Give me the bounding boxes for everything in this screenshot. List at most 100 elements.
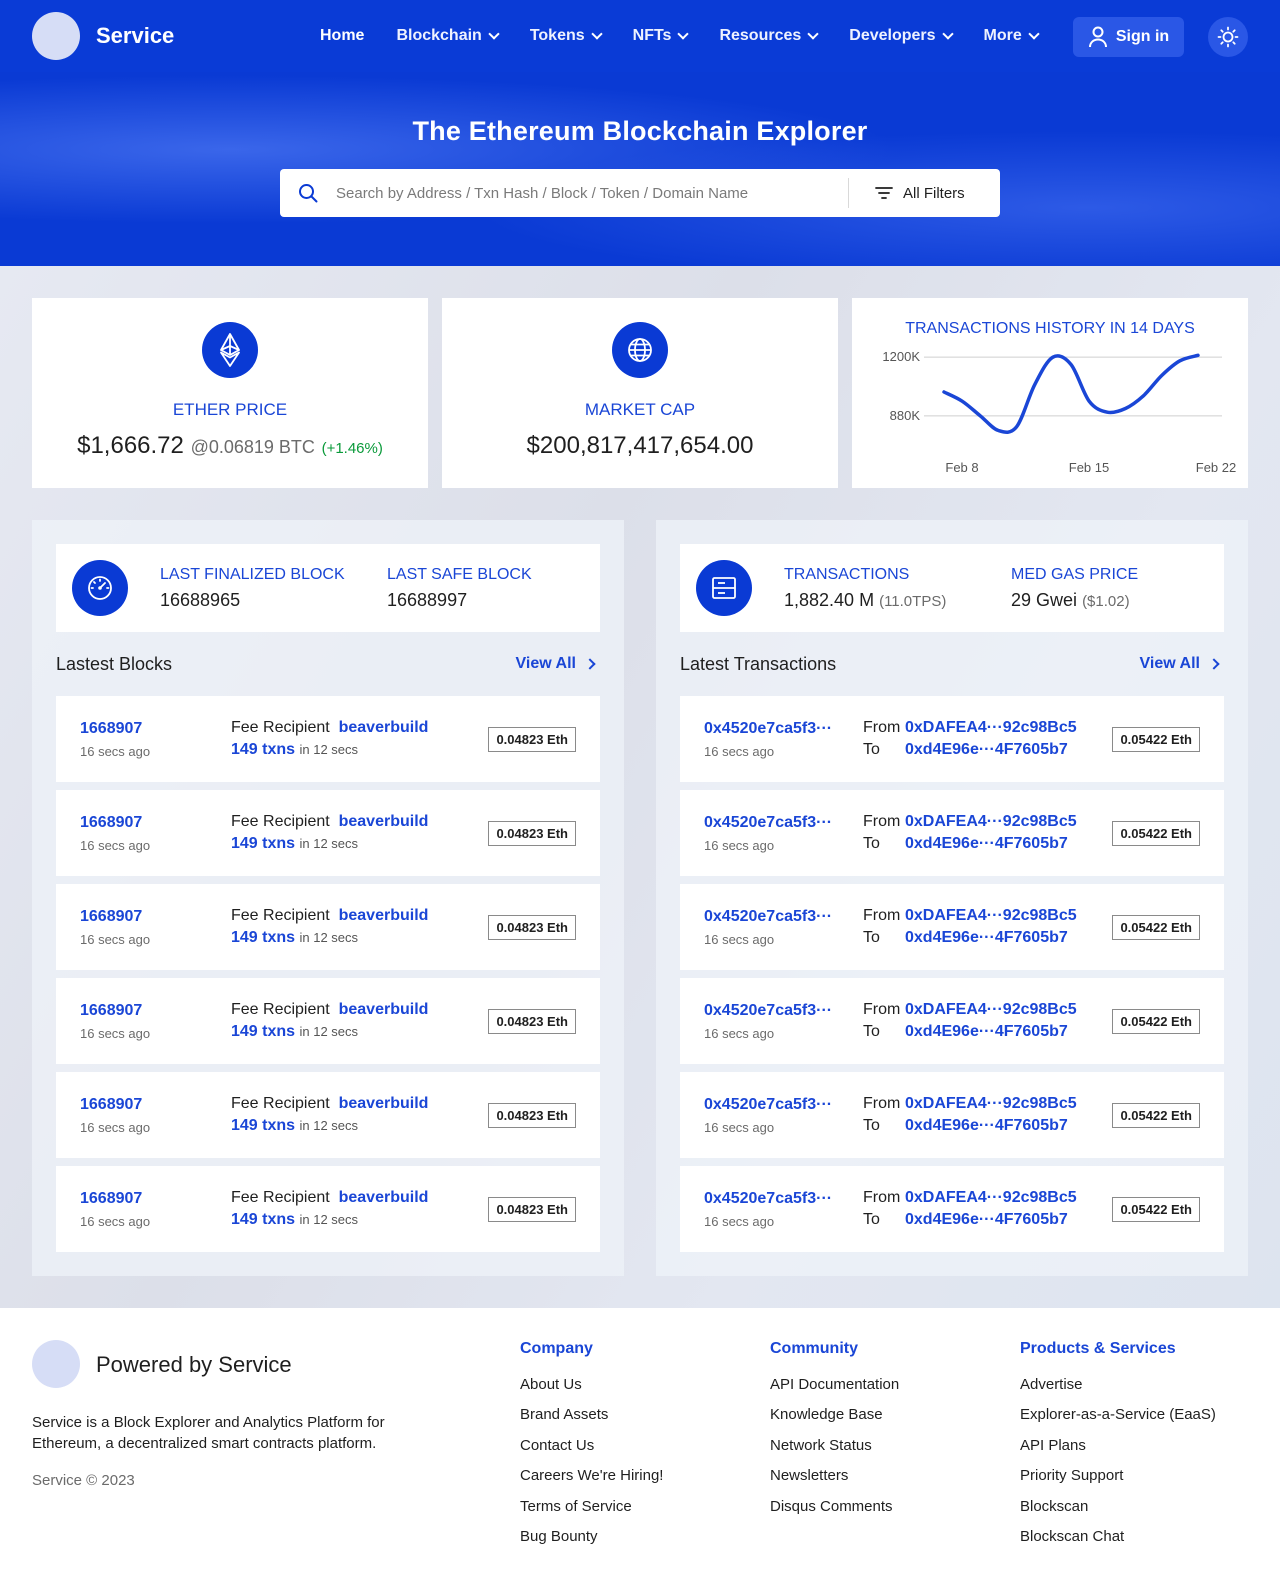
- transactions-history-chart: 1200K 880K Feb 8 Feb 15 Feb 22: [882, 349, 1236, 475]
- blocks-view-all-link[interactable]: View All: [516, 655, 596, 673]
- from-label: From: [863, 907, 901, 924]
- all-filters-button[interactable]: All Filters: [875, 185, 965, 202]
- transaction-row: 0x4520e7ca5f3··· 16 secs ago From 0xDAFEA4·…: [680, 790, 1224, 876]
- to-address-link[interactable]: 0xd4E96e···4F7605b7: [905, 929, 1068, 946]
- transaction-hash-link[interactable]: 0x4520e7ca5f3···: [704, 1096, 863, 1114]
- to-address-link[interactable]: 0xd4E96e···4F7605b7: [905, 835, 1068, 852]
- footer-link[interactable]: Priority Support: [1020, 1461, 1216, 1491]
- market-cap-value: $200,817,417,654.00: [526, 432, 754, 459]
- block-txns-link[interactable]: 149 txns: [231, 1023, 295, 1040]
- block-number-link[interactable]: 1668907: [80, 814, 231, 832]
- from-address-link[interactable]: 0xDAFEA4···92c98Bc5: [905, 1095, 1077, 1112]
- block-txns-link[interactable]: 149 txns: [231, 741, 295, 758]
- transaction-info: 0x4520e7ca5f3··· 16 secs ago: [704, 1002, 863, 1041]
- fee-recipient-label: Fee Recipient: [231, 1189, 330, 1206]
- nav-item-tokens[interactable]: Tokens: [529, 27, 603, 45]
- footer-link[interactable]: Explorer-as-a-Service (EaaS): [1020, 1400, 1216, 1430]
- to-address-link[interactable]: 0xd4E96e···4F7605b7: [905, 1023, 1068, 1040]
- to-address-link[interactable]: 0xd4E96e···4F7605b7: [905, 1117, 1068, 1134]
- x-tick-label: Feb 22: [1196, 460, 1236, 475]
- server-icon: [696, 560, 752, 616]
- footer-link[interactable]: Bug Bounty: [520, 1522, 663, 1552]
- block-details: Fee Recipient beaverbuild 149 txns in 12 …: [231, 1189, 428, 1229]
- footer-link[interactable]: Disqus Comments: [770, 1492, 899, 1522]
- sign-in-button[interactable]: Sign in: [1073, 17, 1184, 57]
- transaction-hash-link[interactable]: 0x4520e7ca5f3···: [704, 720, 863, 738]
- chevron-down-icon: [488, 27, 500, 40]
- nav-item-more[interactable]: More: [984, 27, 1040, 45]
- nav-item-developers[interactable]: Developers: [849, 27, 954, 45]
- transactions-view-all-link[interactable]: View All: [1139, 655, 1220, 673]
- from-label: From: [863, 1189, 901, 1206]
- block-row: 1668907 16 secs ago Fee Recipient beaverbu…: [56, 978, 600, 1064]
- block-number-link[interactable]: 1668907: [80, 1002, 231, 1020]
- gas-price-stat: MED GAS PRICE 29 Gwei ($1.02): [1011, 566, 1138, 611]
- footer-link[interactable]: Blockscan: [1020, 1492, 1216, 1522]
- footer-link[interactable]: Careers We're Hiring!: [520, 1461, 663, 1491]
- brand-name[interactable]: Service: [96, 23, 174, 49]
- block-number-link[interactable]: 1668907: [80, 908, 231, 926]
- logo[interactable]: [32, 12, 80, 60]
- footer-link[interactable]: API Documentation: [770, 1370, 899, 1400]
- footer-link[interactable]: Terms of Service: [520, 1492, 663, 1522]
- footer-link[interactable]: Brand Assets: [520, 1400, 663, 1430]
- nav-item-resources[interactable]: Resources: [719, 27, 819, 45]
- fee-recipient-link[interactable]: beaverbuild: [339, 1095, 429, 1112]
- footer-link[interactable]: Newsletters: [770, 1461, 899, 1491]
- block-info: 1668907 16 secs ago: [80, 908, 231, 947]
- x-tick-label: Feb 15: [1069, 460, 1109, 475]
- to-address-link[interactable]: 0xd4E96e···4F7605b7: [905, 741, 1068, 758]
- block-txns-link[interactable]: 149 txns: [231, 835, 295, 852]
- view-all-label: View All: [1139, 655, 1200, 672]
- nav-item-home[interactable]: Home: [320, 27, 364, 45]
- footer-link[interactable]: Knowledge Base: [770, 1400, 899, 1430]
- footer-brand: Powered by Service: [96, 1352, 292, 1377]
- nav-item-nfts[interactable]: NFTs: [633, 27, 690, 45]
- transaction-hash-link[interactable]: 0x4520e7ca5f3···: [704, 1190, 863, 1208]
- block-details: Fee Recipient beaverbuild 149 txns in 12 …: [231, 1095, 428, 1135]
- block-txns-link[interactable]: 149 txns: [231, 1211, 295, 1228]
- block-number-link[interactable]: 1668907: [80, 1096, 231, 1114]
- footer-link[interactable]: About Us: [520, 1370, 663, 1400]
- search-input[interactable]: [336, 178, 848, 208]
- block-txns-link[interactable]: 149 txns: [231, 1117, 295, 1134]
- from-address-link[interactable]: 0xDAFEA4···92c98Bc5: [905, 1189, 1077, 1206]
- transaction-info: 0x4520e7ca5f3··· 16 secs ago: [704, 720, 863, 759]
- theme-toggle-button[interactable]: [1208, 17, 1248, 57]
- block-number-link[interactable]: 1668907: [80, 1190, 231, 1208]
- nav-item-label: Tokens: [529, 27, 585, 44]
- footer-link[interactable]: Advertise: [1020, 1370, 1216, 1400]
- block-row: 1668907 16 secs ago Fee Recipient beaverbu…: [56, 1166, 600, 1252]
- from-address-link[interactable]: 0xDAFEA4···92c98Bc5: [905, 907, 1077, 924]
- block-txns-link[interactable]: 149 txns: [231, 929, 295, 946]
- fee-recipient-link[interactable]: beaverbuild: [339, 907, 429, 924]
- ether-price-label: ETHER PRICE: [172, 400, 288, 419]
- ether-price-value: $1,666.72 @0.06819 BTC (+1.46%): [32, 432, 428, 460]
- footer-link[interactable]: API Plans: [1020, 1431, 1216, 1461]
- fee-recipient-link[interactable]: beaverbuild: [339, 1001, 429, 1018]
- from-address-link[interactable]: 0xDAFEA4···92c98Bc5: [905, 1001, 1077, 1018]
- footer-link[interactable]: Contact Us: [520, 1431, 663, 1461]
- transaction-age: 16 secs ago: [704, 1119, 775, 1135]
- block-number-link[interactable]: 1668907: [80, 720, 231, 738]
- transaction-age: 16 secs ago: [704, 931, 775, 947]
- fee-recipient-link[interactable]: beaverbuild: [339, 813, 429, 830]
- transaction-row: 0x4520e7ca5f3··· 16 secs ago From 0xDAFEA4·…: [680, 696, 1224, 782]
- footer: Powered by Service Service is a Block Ex…: [0, 1308, 1280, 1582]
- to-address-link[interactable]: 0xd4E96e···4F7605b7: [905, 1211, 1068, 1228]
- transaction-row: 0x4520e7ca5f3··· 16 secs ago From 0xDAFEA4·…: [680, 978, 1224, 1064]
- chevron-down-icon: [807, 27, 819, 40]
- transaction-hash-link[interactable]: 0x4520e7ca5f3···: [704, 814, 863, 832]
- footer-link[interactable]: Blockscan Chat: [1020, 1522, 1216, 1552]
- fee-recipient-link[interactable]: beaverbuild: [339, 1189, 429, 1206]
- hero-banner: The Ethereum Blockchain Explorer All Fil…: [0, 72, 1280, 266]
- nav-item-blockchain[interactable]: Blockchain: [396, 27, 500, 45]
- from-address-link[interactable]: 0xDAFEA4···92c98Bc5: [905, 719, 1077, 736]
- fee-recipient-link[interactable]: beaverbuild: [339, 719, 429, 736]
- from-address-link[interactable]: 0xDAFEA4···92c98Bc5: [905, 813, 1077, 830]
- transaction-hash-link[interactable]: 0x4520e7ca5f3···: [704, 1002, 863, 1020]
- transaction-hash-link[interactable]: 0x4520e7ca5f3···: [704, 908, 863, 926]
- block-time: in 12 secs: [299, 742, 359, 757]
- search-divider: [848, 178, 849, 208]
- footer-link[interactable]: Network Status: [770, 1431, 899, 1461]
